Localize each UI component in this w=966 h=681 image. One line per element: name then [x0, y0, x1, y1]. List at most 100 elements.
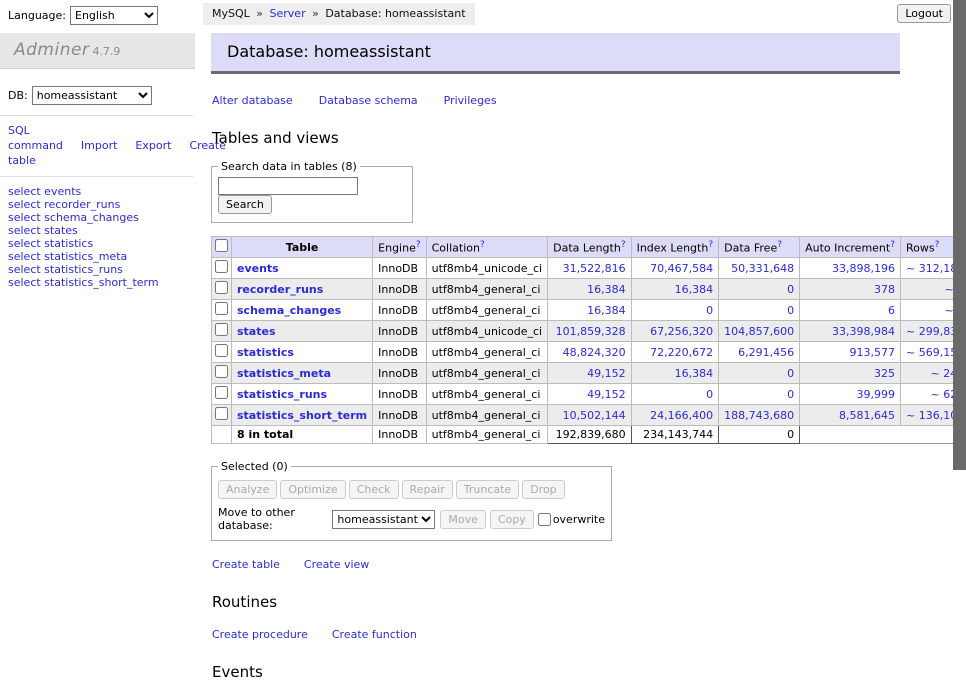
list-item: select recorder_runs	[8, 198, 195, 211]
help-link-icon[interactable]: ?	[708, 240, 713, 250]
index-length-cell[interactable]: 70,467,584	[631, 258, 719, 279]
collation-cell: utf8mb4_unicode_ci	[426, 258, 547, 279]
index-length-cell[interactable]: 0	[631, 300, 719, 321]
check-button[interactable]: Check	[349, 480, 399, 499]
auto-increment-cell[interactable]: 6	[800, 300, 901, 321]
sidebar-sql-command-link[interactable]: SQL command	[8, 124, 63, 152]
row-checkbox[interactable]	[215, 407, 228, 420]
data-free-cell[interactable]: 0	[719, 384, 800, 405]
vertical-scrollbar[interactable]	[953, 0, 966, 543]
data-free-cell[interactable]: 0	[719, 363, 800, 384]
auto-increment-cell[interactable]: 33,398,984	[800, 321, 901, 342]
database-schema-link[interactable]: Database schema	[319, 94, 418, 107]
table-name-link[interactable]: schema_changes	[237, 304, 341, 317]
column-header-table[interactable]: Table	[232, 237, 373, 258]
alter-database-link[interactable]: Alter database	[212, 94, 293, 107]
create-procedure-link[interactable]: Create procedure	[212, 628, 308, 641]
copy-button[interactable]: Copy	[490, 510, 534, 529]
data-length-cell[interactable]: 101,859,328	[548, 321, 631, 342]
move-database-select[interactable]: homeassistant	[332, 510, 435, 529]
help-link-icon[interactable]: ?	[621, 240, 626, 250]
auto-increment-cell[interactable]: 913,577	[800, 342, 901, 363]
data-free-cell[interactable]: 50,331,648	[719, 258, 800, 279]
breadcrumb-server-link[interactable]: Server	[270, 7, 306, 20]
row-checkbox[interactable]	[215, 302, 228, 315]
index-length-cell[interactable]: 16,384	[631, 363, 719, 384]
select-all-checkbox[interactable]	[215, 239, 228, 252]
table-name-link[interactable]: recorder_runs	[237, 283, 323, 296]
data-length-cell[interactable]: 10,502,144	[548, 405, 631, 426]
index-length-cell[interactable]: 67,256,320	[631, 321, 719, 342]
repair-button[interactable]: Repair	[402, 480, 453, 499]
auto-increment-cell[interactable]: 39,999	[800, 384, 901, 405]
move-button[interactable]: Move	[440, 510, 486, 529]
help-link-icon[interactable]: ?	[935, 240, 940, 250]
help-link-icon[interactable]: ?	[777, 240, 782, 250]
index-length-cell[interactable]: 72,220,672	[631, 342, 719, 363]
sidebar-select-link[interactable]: select statistics_short_term	[8, 276, 159, 289]
table-name-link[interactable]: statistics	[237, 346, 294, 359]
sidebar-select-link[interactable]: select statistics_meta	[8, 250, 127, 263]
help-link-icon[interactable]: ?	[480, 240, 485, 250]
index-length-cell[interactable]: 24,166,400	[631, 405, 719, 426]
logout-button[interactable]: Logout	[897, 4, 951, 23]
sidebar-select-link[interactable]: select events	[8, 185, 81, 198]
table-name-link[interactable]: states	[237, 325, 276, 338]
sidebar-select-link[interactable]: select states	[8, 224, 78, 237]
scrollbar-thumb[interactable]	[953, 0, 966, 470]
table-name-link[interactable]: statistics_meta	[237, 367, 331, 380]
optimize-button[interactable]: Optimize	[280, 480, 345, 499]
row-checkbox[interactable]	[215, 365, 228, 378]
analyze-button[interactable]: Analyze	[218, 480, 277, 499]
row-checkbox[interactable]	[215, 386, 228, 399]
sidebar-select-link[interactable]: select statistics	[8, 237, 93, 250]
data-length-cell[interactable]: 16,384	[548, 300, 631, 321]
data-free-cell[interactable]: 104,857,600	[719, 321, 800, 342]
overwrite-checkbox[interactable]	[538, 513, 551, 526]
sidebar-import-link[interactable]: Import	[81, 139, 118, 152]
row-checkbox[interactable]	[215, 344, 228, 357]
breadcrumb-root[interactable]: MySQL	[212, 7, 250, 20]
data-free-cell[interactable]: 0	[719, 279, 800, 300]
column-header-index-length: Index Length?	[631, 237, 719, 258]
index-length-cell[interactable]: 0	[631, 384, 719, 405]
create-view-link[interactable]: Create view	[304, 558, 369, 571]
data-length-cell[interactable]: 49,152	[548, 363, 631, 384]
help-link-icon[interactable]: ?	[416, 240, 421, 250]
auto-increment-cell[interactable]: 8,581,645	[800, 405, 901, 426]
search-button[interactable]: Search	[218, 195, 272, 214]
auto-increment-cell[interactable]: 378	[800, 279, 901, 300]
data-free-cell[interactable]: 6,291,456	[719, 342, 800, 363]
db-select[interactable]: homeassistant	[32, 86, 152, 105]
create-function-link[interactable]: Create function	[332, 628, 417, 641]
sidebar-select-link[interactable]: select schema_changes	[8, 211, 139, 224]
data-length-cell[interactable]: 16,384	[548, 279, 631, 300]
privileges-link[interactable]: Privileges	[444, 94, 497, 107]
auto-increment-cell[interactable]: 33,898,196	[800, 258, 901, 279]
adminer-logo-text[interactable]: Adminer	[14, 40, 89, 60]
truncate-button[interactable]: Truncate	[456, 480, 519, 499]
row-checkbox[interactable]	[215, 260, 228, 273]
data-free-cell[interactable]: 188,743,680	[719, 405, 800, 426]
row-checkbox[interactable]	[215, 281, 228, 294]
table-name-link[interactable]: statistics_runs	[237, 388, 327, 401]
index-length-cell[interactable]: 16,384	[631, 279, 719, 300]
drop-button[interactable]: Drop	[522, 480, 564, 499]
sidebar-export-link[interactable]: Export	[135, 139, 171, 152]
data-length-cell[interactable]: 31,522,816	[548, 258, 631, 279]
data-length-cell[interactable]: 48,824,320	[548, 342, 631, 363]
sidebar-select-link[interactable]: select statistics_runs	[8, 263, 123, 276]
create-table-link[interactable]: Create table	[212, 558, 280, 571]
table-name-link[interactable]: events	[237, 262, 279, 275]
search-input[interactable]	[218, 177, 358, 195]
language-select[interactable]: English	[70, 6, 158, 25]
auto-increment-cell[interactable]: 325	[800, 363, 901, 384]
table-name-cell: schema_changes	[232, 300, 373, 321]
data-free-cell[interactable]: 0	[719, 300, 800, 321]
adminer-version: 4.7.9	[92, 45, 120, 58]
sidebar-select-link[interactable]: select recorder_runs	[8, 198, 120, 211]
table-name-link[interactable]: statistics_short_term	[237, 409, 367, 422]
help-link-icon[interactable]: ?	[890, 240, 895, 250]
row-checkbox[interactable]	[215, 323, 228, 336]
data-length-cell[interactable]: 49,152	[548, 384, 631, 405]
